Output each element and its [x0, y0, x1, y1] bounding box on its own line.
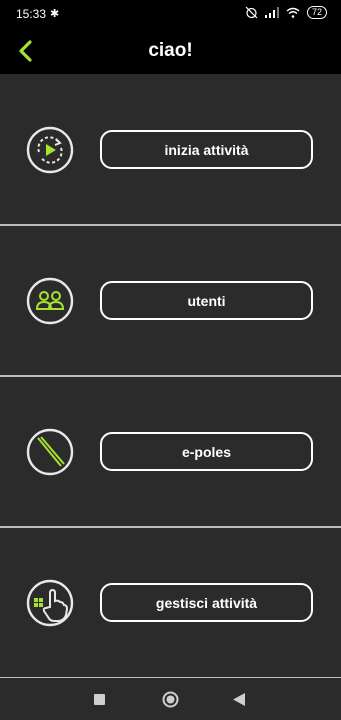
- app-bar: ciao!: [0, 28, 341, 74]
- menu-row-users: utenti: [0, 226, 341, 376]
- menu-row-start-activity: inizia attività: [0, 74, 341, 224]
- status-time: 15:33: [16, 7, 47, 21]
- epoles-button[interactable]: e-poles: [100, 432, 313, 471]
- start-activity-button[interactable]: inizia attività: [100, 130, 313, 169]
- battery-indicator: 72: [306, 6, 327, 19]
- back-triangle-icon[interactable]: [233, 693, 245, 706]
- menu-row-epoles: e-poles: [0, 377, 341, 527]
- recents-square-icon[interactable]: [94, 694, 105, 705]
- system-nav-bar: [0, 678, 341, 720]
- hand-grid-icon: [26, 579, 74, 627]
- home-circle-icon[interactable]: [162, 691, 179, 708]
- status-bar: 15:33 ✱ 72: [0, 0, 341, 28]
- manage-activity-button[interactable]: gestisci attività: [100, 583, 313, 622]
- users-button[interactable]: utenti: [100, 281, 313, 320]
- wifi-icon: [286, 7, 300, 18]
- bluetooth-icon: ✱: [50, 8, 60, 20]
- play-refresh-icon: [26, 126, 74, 174]
- poles-icon: [26, 428, 74, 476]
- signal-icon: [264, 7, 279, 18]
- menu-row-manage-activity: gestisci attività: [0, 528, 341, 678]
- alarm-off-icon: [245, 6, 258, 19]
- status-icons: 72: [245, 6, 327, 19]
- users-icon: [26, 277, 74, 325]
- page-title: ciao!: [148, 40, 193, 61]
